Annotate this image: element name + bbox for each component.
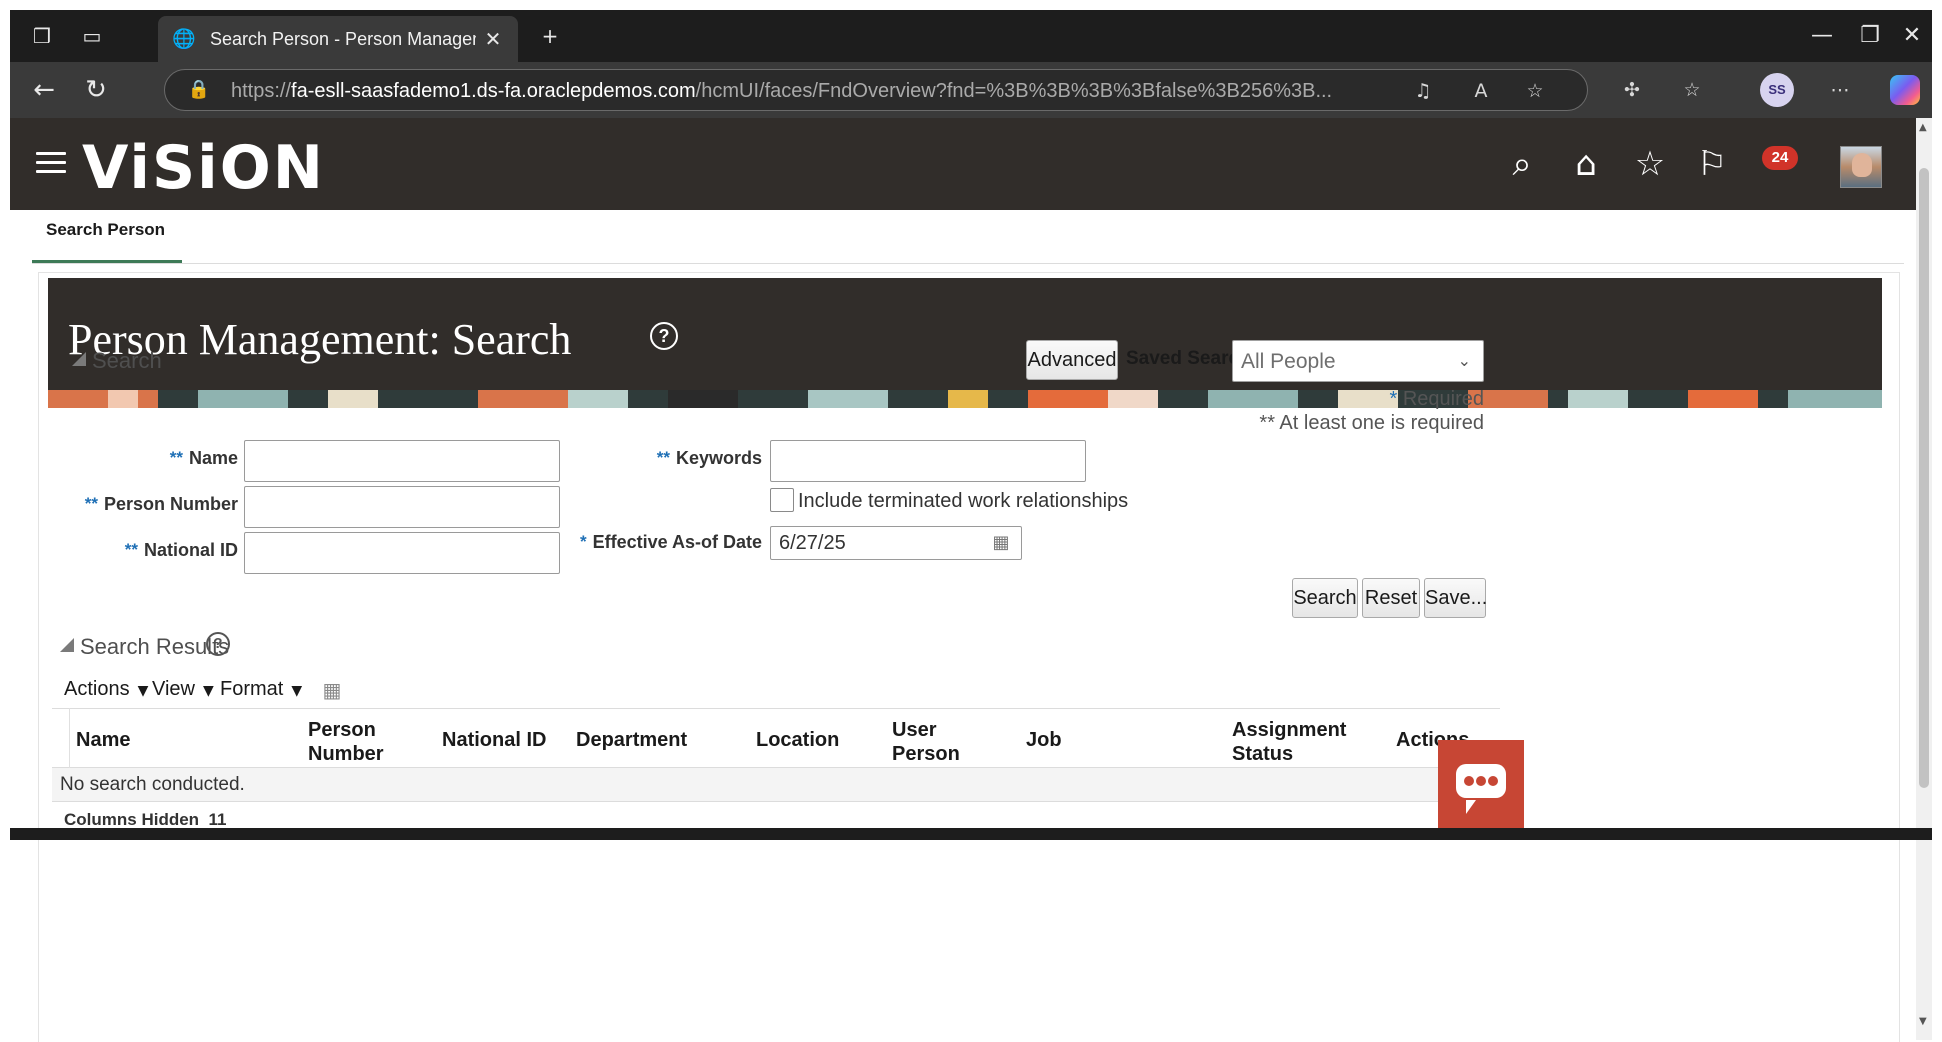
format-menu[interactable]: Format ▼	[220, 678, 302, 701]
star-icon[interactable]: ☆	[1628, 142, 1672, 186]
read-aloud-icon[interactable]: A	[1469, 79, 1493, 103]
new-tab-icon[interactable]: +	[538, 24, 562, 48]
columns-hidden: Columns Hidden 11	[64, 810, 227, 829]
browser-tab[interactable]: 🌐 Search Person - Person Managem ✕	[158, 16, 518, 62]
search-icon[interactable]: ⌕	[1500, 142, 1544, 186]
view-menu[interactable]: View ▼	[152, 678, 214, 701]
restore-icon[interactable]: ❐	[1850, 22, 1890, 50]
column-header-name[interactable]: Name	[76, 728, 130, 752]
tab-actions-icon[interactable]: ▭	[80, 24, 104, 48]
keywords-label: ** Keywords	[656, 448, 762, 468]
collapse-search-icon[interactable]	[72, 352, 88, 368]
name-label: ** Name	[169, 448, 238, 468]
collapse-results-icon[interactable]	[60, 638, 76, 654]
actions-menu[interactable]: Actions ▼	[64, 678, 148, 701]
profile-avatar[interactable]: SS	[1760, 73, 1794, 107]
column-header-person-number[interactable]: Person Number	[308, 718, 398, 766]
browser-tab-bar: ❒ ▭ 🌐 Search Person - Person Managem ✕ +…	[10, 10, 1932, 62]
notification-bell-icon[interactable]: ♫	[1411, 79, 1435, 103]
saved-search-value: All People	[1241, 350, 1336, 373]
saved-search-select[interactable]: All People ⌄	[1232, 340, 1484, 382]
empty-results-row: No search conducted.	[52, 768, 1500, 802]
minimize-icon[interactable]: —	[1802, 22, 1842, 50]
advanced-button[interactable]: Advanced	[1026, 340, 1118, 380]
close-icon[interactable]: ✕	[480, 26, 506, 52]
include-terminated-checkbox[interactable]	[770, 488, 794, 512]
person-number-label: ** Person Number	[84, 494, 238, 514]
app-header: ViSiON ⌕ ⌂ ☆ ⚐ 24	[10, 118, 1918, 210]
search-section-title[interactable]: Search	[92, 348, 162, 374]
user-avatar[interactable]	[1840, 146, 1882, 188]
favorites-icon[interactable]: ☆	[1680, 78, 1704, 102]
browser-window: ❒ ▭ 🌐 Search Person - Person Managem ✕ +…	[10, 10, 1932, 1042]
effective-date-value: 6/27/25	[779, 532, 846, 554]
browser-address-bar: ← ↻ 🔒 https://fa-esll-saasfademo1.ds-fa.…	[10, 62, 1932, 118]
keywords-input[interactable]	[770, 440, 1086, 482]
screen: ❒ ▭ 🌐 Search Person - Person Managem ✕ +…	[0, 0, 1942, 1042]
home-icon[interactable]: ⌂	[1564, 142, 1608, 186]
person-number-input[interactable]	[244, 486, 560, 528]
help-icon[interactable]: ?	[650, 322, 678, 350]
vertical-scrollbar[interactable]: ▲ ▼	[1916, 118, 1932, 1040]
name-input[interactable]	[244, 440, 560, 482]
divider	[32, 263, 1904, 264]
national-id-input[interactable]	[244, 532, 560, 574]
scrollbar-thumb[interactable]	[1919, 168, 1929, 788]
row-selector-column	[52, 708, 70, 768]
bottom-bar	[10, 828, 1932, 840]
save-button[interactable]: Save...	[1424, 578, 1487, 618]
favorite-star-icon[interactable]: ☆	[1523, 79, 1547, 103]
column-header-job[interactable]: Job	[1026, 728, 1062, 752]
url-text: https://fa-esll-saasfademo1.ds-fa.oracle…	[231, 80, 1333, 102]
menu-icon[interactable]	[36, 152, 66, 176]
empty-results-message: No search conducted.	[60, 774, 245, 795]
national-id-label: ** National ID	[124, 540, 238, 560]
help-icon[interactable]: ?	[206, 632, 230, 656]
brand-logo[interactable]: ViSiON	[82, 138, 325, 198]
back-icon[interactable]: ←	[28, 74, 60, 106]
copilot-icon[interactable]	[1890, 75, 1920, 105]
chevron-down-icon: ⌄	[1457, 351, 1471, 370]
banner-decoration	[48, 390, 1882, 408]
column-header-national-id[interactable]: National ID	[442, 728, 546, 752]
page-banner: Person Management: Search ?	[48, 278, 1882, 408]
globe-icon: 🌐	[172, 28, 196, 50]
search-button[interactable]: Search	[1292, 578, 1358, 618]
at-least-one-note: ** At least one is required	[1259, 412, 1484, 434]
refresh-icon[interactable]: ↻	[80, 74, 112, 106]
reset-button[interactable]: Reset	[1362, 578, 1420, 618]
more-icon[interactable]: ⋯	[1828, 78, 1852, 102]
chat-button[interactable]	[1438, 740, 1524, 828]
workspaces-icon[interactable]: ❒	[30, 24, 54, 48]
url-field[interactable]: 🔒 https://fa-esll-saasfademo1.ds-fa.orac…	[164, 69, 1588, 111]
flag-icon[interactable]: ⚐	[1690, 142, 1734, 186]
notification-badge[interactable]: 24	[1762, 146, 1798, 170]
freeze-icon[interactable]: ▦	[320, 678, 344, 702]
column-header-department[interactable]: Department	[576, 728, 687, 752]
effective-date-input[interactable]: 6/27/25 ▦	[770, 526, 1022, 560]
include-terminated-label: Include terminated work relationships	[798, 490, 1129, 512]
extensions-icon[interactable]: ✣	[1620, 78, 1644, 102]
calendar-icon[interactable]: ▦	[989, 531, 1013, 555]
tab-search-person[interactable]: Search Person	[46, 220, 165, 240]
column-header-assignment-status[interactable]: Assignment Status	[1232, 718, 1346, 766]
chat-icon	[1456, 764, 1506, 814]
lock-icon[interactable]: 🔒	[187, 78, 211, 102]
tab-title: Search Person - Person Managem	[210, 29, 476, 49]
required-note: * Required	[1389, 388, 1484, 410]
window-close-icon[interactable]: ✕	[1892, 22, 1932, 50]
effective-date-label: * Effective As-of Date	[580, 532, 762, 552]
column-header-location[interactable]: Location	[756, 728, 839, 752]
